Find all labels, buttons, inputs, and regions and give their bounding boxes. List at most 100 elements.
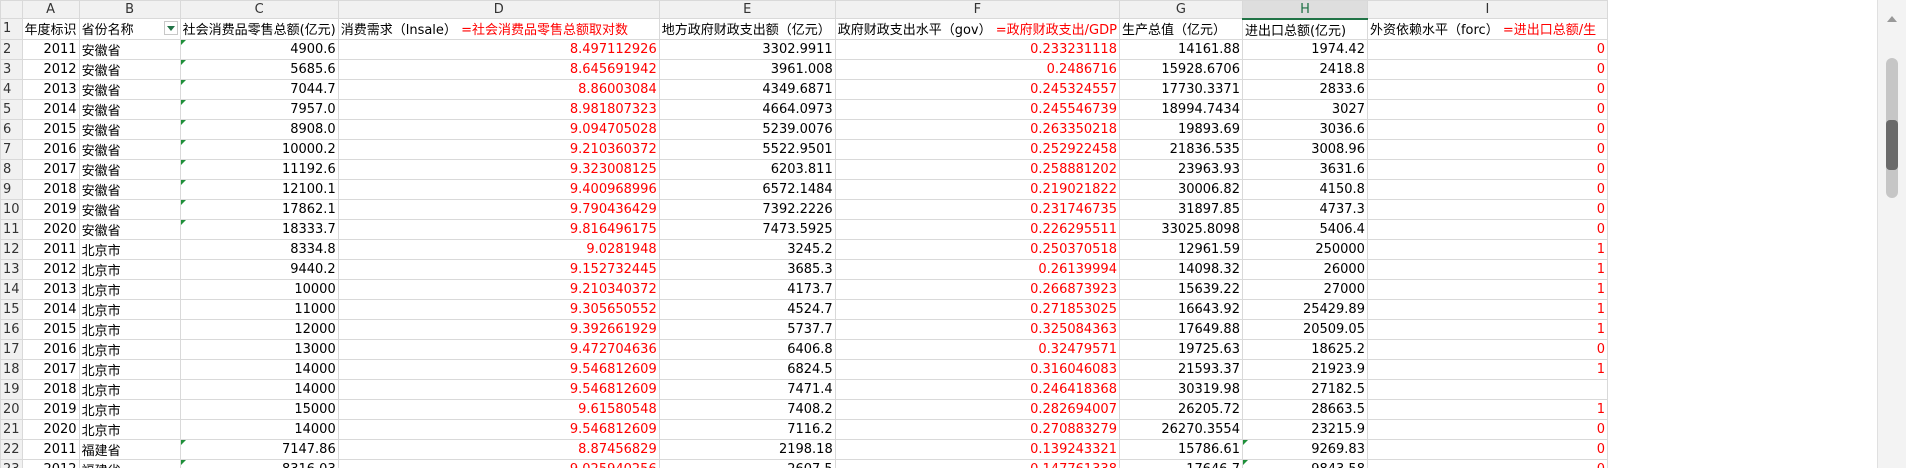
column-header-i[interactable]: I (1366, 0, 1608, 19)
cell-forc[interactable]: 0 (1366, 138, 1608, 160)
cell-gdp[interactable]: 15928.6706 (1118, 58, 1243, 80)
cell-year[interactable]: 2014 (21, 98, 80, 120)
cell-trade[interactable]: 2833.6 (1241, 78, 1368, 100)
cell-gdp[interactable]: 23963.93 (1118, 158, 1243, 180)
cell-province[interactable]: 北京市 (78, 358, 181, 380)
cell-forc[interactable]: 0 (1366, 58, 1608, 80)
cell-trade[interactable]: 3631.6 (1241, 158, 1368, 180)
cell-lnsale[interactable]: 9.210360372 (337, 138, 660, 160)
cell-province[interactable]: 安徽省 (78, 38, 181, 60)
cell-expenditure[interactable]: 2198.18 (658, 438, 836, 460)
cell-year[interactable]: 2013 (21, 278, 80, 300)
cell-forc[interactable]: 0 (1366, 458, 1608, 468)
cell-forc[interactable]: 1 (1366, 238, 1608, 260)
cell-province[interactable]: 安徽省 (78, 58, 181, 80)
cell-forc[interactable]: 0 (1366, 198, 1608, 220)
cell-retail[interactable]: 14000 (179, 358, 339, 380)
cell-forc[interactable]: 0 (1366, 438, 1608, 460)
cell-province[interactable]: 北京市 (78, 278, 181, 300)
cell-trade[interactable]: 9843.58 (1241, 458, 1368, 468)
cell-header-year[interactable]: 年度标识 (21, 18, 80, 40)
scrollbar-grip[interactable] (1886, 120, 1898, 170)
cell-retail[interactable]: 12000 (179, 318, 339, 340)
cell-expenditure[interactable]: 4664.0973 (658, 98, 836, 120)
cell-forc[interactable]: 0 (1366, 38, 1608, 60)
cell-gdp[interactable]: 26205.72 (1118, 398, 1243, 420)
column-header-a[interactable]: A (21, 0, 80, 19)
cell-trade[interactable]: 20509.05 (1241, 318, 1368, 340)
cell-trade[interactable]: 250000 (1241, 238, 1368, 260)
cell-gdp[interactable]: 30006.82 (1118, 178, 1243, 200)
cell-gov[interactable]: 0.226295511 (834, 218, 1120, 240)
cell-gov[interactable]: 0.263350218 (834, 118, 1120, 140)
cell-expenditure[interactable]: 7392.2226 (658, 198, 836, 220)
cell-trade[interactable]: 23215.9 (1241, 418, 1368, 440)
cell-expenditure[interactable]: 5239.0076 (658, 118, 836, 140)
cell-retail[interactable]: 9440.2 (179, 258, 339, 280)
cell-province[interactable]: 安徽省 (78, 118, 181, 140)
cell-gov[interactable]: 0.258881202 (834, 158, 1120, 180)
cell-retail[interactable]: 7147.86 (179, 438, 339, 460)
cell-province[interactable]: 安徽省 (78, 78, 181, 100)
cell-retail[interactable]: 10000 (179, 278, 339, 300)
row-header[interactable]: 8 (0, 158, 23, 180)
cell-retail[interactable]: 14000 (179, 378, 339, 400)
cell-retail[interactable]: 4900.6 (179, 38, 339, 60)
cell-forc[interactable]: 1 (1366, 278, 1608, 300)
cell-year[interactable]: 2019 (21, 398, 80, 420)
cell-lnsale[interactable]: 8.645691942 (337, 58, 660, 80)
cell-gov[interactable]: 0.219021822 (834, 178, 1120, 200)
cell-province[interactable]: 安徽省 (78, 218, 181, 240)
cell-lnsale[interactable]: 9.61580548 (337, 398, 660, 420)
cell-gov[interactable]: 0.245546739 (834, 98, 1120, 120)
row-header[interactable]: 6 (0, 118, 23, 140)
cell-forc[interactable]: 0 (1366, 178, 1608, 200)
row-header[interactable]: 16 (0, 318, 23, 340)
cell-header-gov[interactable]: 政府财政支出水平（gov） =政府财政支出/GDP (834, 18, 1120, 40)
cell-lnsale[interactable]: 9.152732445 (337, 258, 660, 280)
cell-lnsale[interactable]: 9.790436429 (337, 198, 660, 220)
row-header[interactable]: 11 (0, 218, 23, 240)
cell-trade[interactable]: 5406.4 (1241, 218, 1368, 240)
cell-expenditure[interactable]: 3245.2 (658, 238, 836, 260)
spreadsheet-grid[interactable]: A B C D E F G H I 1 年度标识 省份名称 社会消费品零售总额(… (0, 0, 1878, 468)
cell-lnsale[interactable]: 8.981807323 (337, 98, 660, 120)
cell-year[interactable]: 2011 (21, 38, 80, 60)
cell-retail[interactable]: 12100.1 (179, 178, 339, 200)
cell-expenditure[interactable]: 4173.7 (658, 278, 836, 300)
cell-header-trade[interactable]: 进出口总额(亿元) (1241, 18, 1368, 40)
cell-province[interactable]: 北京市 (78, 378, 181, 400)
row-header[interactable]: 15 (0, 298, 23, 320)
cell-expenditure[interactable]: 6572.1484 (658, 178, 836, 200)
cell-gdp[interactable]: 19893.69 (1118, 118, 1243, 140)
cell-province[interactable]: 北京市 (78, 238, 181, 260)
cell-forc[interactable]: 0 (1366, 218, 1608, 240)
cell-expenditure[interactable]: 6406.8 (658, 338, 836, 360)
cell-gdp[interactable]: 31897.85 (1118, 198, 1243, 220)
cell-gdp[interactable]: 21593.37 (1118, 358, 1243, 380)
row-header[interactable]: 9 (0, 178, 23, 200)
cell-forc[interactable]: 0 (1366, 338, 1608, 360)
cell-gov[interactable]: 0.250370518 (834, 238, 1120, 260)
cell-trade[interactable]: 1974.42 (1241, 38, 1368, 60)
cell-province[interactable]: 北京市 (78, 338, 181, 360)
cell-gov[interactable]: 0.246418368 (834, 378, 1120, 400)
column-header-b[interactable]: B (78, 0, 181, 19)
cell-gov[interactable]: 0.316046083 (834, 358, 1120, 380)
cell-year[interactable]: 2012 (21, 58, 80, 80)
cell-lnsale[interactable]: 9.472704636 (337, 338, 660, 360)
column-header-c[interactable]: C (179, 0, 339, 19)
cell-expenditure[interactable]: 4349.6871 (658, 78, 836, 100)
cell-gdp[interactable]: 15786.61 (1118, 438, 1243, 460)
cell-gdp[interactable]: 18994.7434 (1118, 98, 1243, 120)
cell-expenditure[interactable]: 6824.5 (658, 358, 836, 380)
row-header[interactable]: 7 (0, 138, 23, 160)
cell-gdp[interactable]: 33025.8098 (1118, 218, 1243, 240)
cell-retail[interactable]: 8908.0 (179, 118, 339, 140)
cell-expenditure[interactable]: 4524.7 (658, 298, 836, 320)
cell-year[interactable]: 2015 (21, 118, 80, 140)
cell-trade[interactable]: 27000 (1241, 278, 1368, 300)
cell-gdp[interactable]: 17646.7 (1118, 458, 1243, 468)
cell-province[interactable]: 北京市 (78, 318, 181, 340)
cell-gov[interactable]: 0.2486716 (834, 58, 1120, 80)
